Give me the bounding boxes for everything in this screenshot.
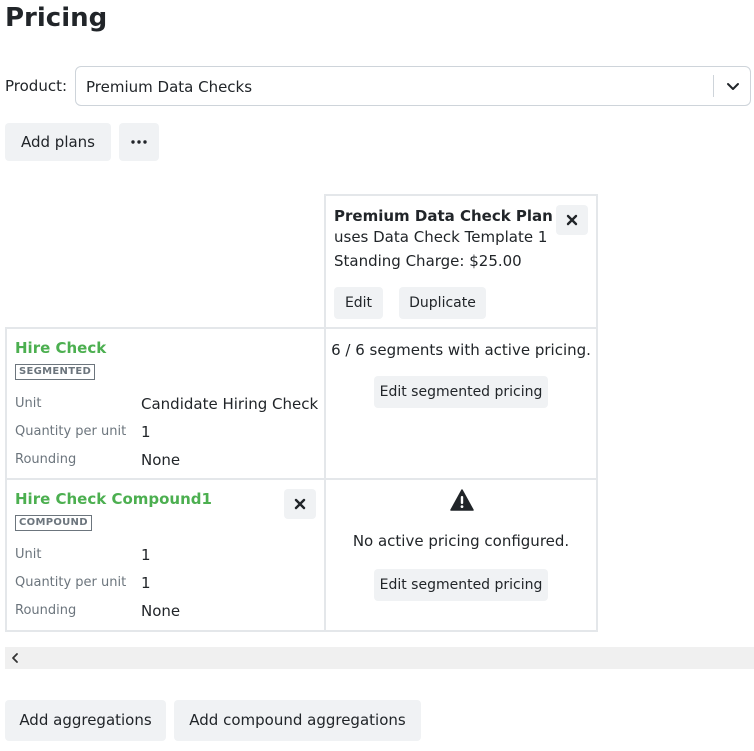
add-compound-aggregations-button[interactable]: Add compound aggregations [174,700,421,741]
add-plans-button[interactable]: Add plans [5,123,111,161]
aggregation-cell: Hire Check SEGMENTED Unit Candidate Hiri… [5,327,326,480]
product-select[interactable]: Premium Data Checks [75,66,751,106]
plan-header-cell: Premium Data Check Plan uses Data Check … [324,194,598,330]
ellipsis-icon [131,140,147,144]
select-separator [713,75,714,97]
plan-name: Premium Data Check Plan [334,207,553,225]
pricing-cell: 6 / 6 segments with active pricing. Edit… [324,327,598,480]
edit-segmented-pricing-button[interactable]: Edit segmented pricing [374,569,548,601]
close-icon [294,498,306,510]
aggregation-type-badge: SEGMENTED [15,364,96,380]
unit-value: Candidate Hiring Check [141,395,319,413]
quantity-per-unit-label: Quantity per unit [15,424,127,439]
more-options-button[interactable] [119,123,159,161]
remove-plan-button[interactable] [556,205,588,235]
remove-aggregation-button[interactable] [284,489,316,519]
chevron-down-icon[interactable] [725,78,741,94]
quantity-per-unit-label: Quantity per unit [15,575,127,590]
aggregation-cell: Hire Check Compound1 COMPOUND Unit 1 Qua… [5,478,326,632]
pricing-cell: No active pricing configured. Edit segme… [324,478,598,632]
rounding-label: Rounding [15,603,77,618]
pricing-status: No active pricing configured. [352,532,570,550]
duplicate-plan-button[interactable]: Duplicate [399,287,486,319]
page-title: Pricing [5,3,108,33]
aggregation-title[interactable]: Hire Check [15,338,106,358]
unit-label: Unit [15,396,42,411]
rounding-label: Rounding [15,452,77,467]
unit-value: 1 [141,546,151,564]
product-select-value: Premium Data Checks [86,78,253,96]
plan-standing-charge: Standing Charge: $25.00 [334,252,522,270]
quantity-per-unit-value: 1 [141,423,151,441]
aggregation-type-badge: COMPOUND [15,515,92,531]
rounding-value: None [141,602,181,620]
product-row: Product: Premium Data Checks [5,66,751,106]
edit-segmented-pricing-button[interactable]: Edit segmented pricing [374,376,548,408]
edit-plan-button[interactable]: Edit [334,287,383,319]
pricing-status: 6 / 6 segments with active pricing. [331,341,591,359]
close-icon [566,214,578,226]
product-label: Product: [5,77,68,95]
chevron-left-icon[interactable] [9,652,21,664]
unit-label: Unit [15,547,42,562]
aggregation-title[interactable]: Hire Check Compound1 [15,489,212,509]
horizontal-scrollbar[interactable] [5,647,754,669]
quantity-per-unit-value: 1 [141,574,151,592]
warning-triangle-icon [450,489,474,511]
add-aggregations-button[interactable]: Add aggregations [5,700,166,741]
plan-template: uses Data Check Template 1 [334,228,548,246]
rounding-value: None [141,451,181,469]
